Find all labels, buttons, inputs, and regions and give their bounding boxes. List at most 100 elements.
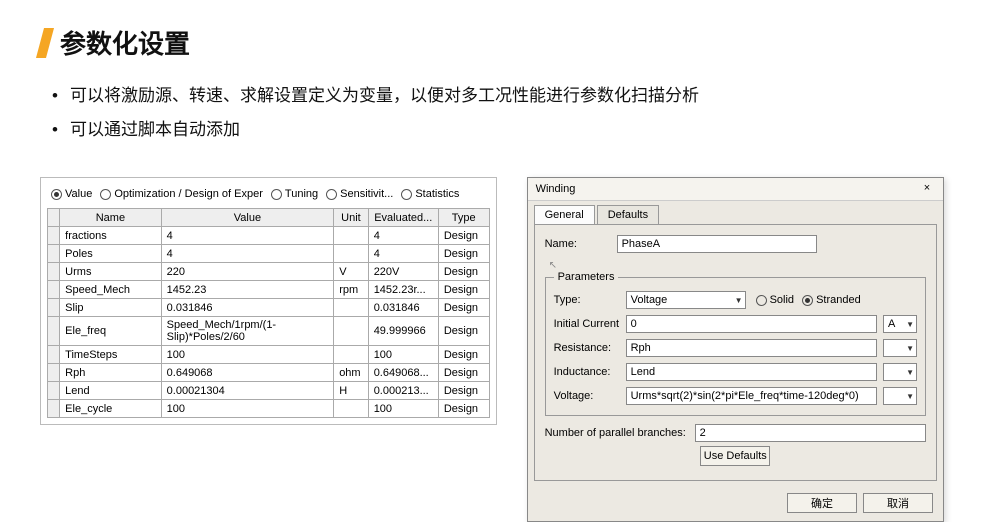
table-row[interactable]: TimeSteps100100Design [48,346,490,364]
cell-unit[interactable] [334,346,369,364]
cell-evaluated[interactable]: 100 [368,346,438,364]
col-value[interactable]: Value [161,209,334,227]
close-icon[interactable]: × [919,182,935,196]
row-header [48,281,60,299]
cell-name[interactable]: Urms [60,263,161,281]
table-row[interactable]: Slip0.0318460.031846Design [48,299,490,317]
cell-unit[interactable] [334,245,369,263]
table-row[interactable]: Poles44Design [48,245,490,263]
cell-evaluated[interactable]: 100 [368,400,438,418]
table-row[interactable]: Speed_Mech1452.23rpm1452.23r...Design [48,281,490,299]
voltage-input[interactable] [626,387,877,405]
cell-evaluated[interactable]: 1452.23r... [368,281,438,299]
radio-statistics[interactable]: Statistics [401,188,459,200]
name-input[interactable] [617,235,817,253]
table-row[interactable]: Rph0.649068ohm0.649068...Design [48,364,490,382]
cell-value[interactable]: Speed_Mech/1rpm/(1-Slip)*Poles/2/60 [161,317,334,346]
radio-tuning[interactable]: Tuning [271,188,318,200]
tab-general[interactable]: General [534,205,595,224]
use-defaults-button[interactable]: Use Defaults [700,446,770,466]
cell-name[interactable]: Ele_freq [60,317,161,346]
radio-solid[interactable]: Solid [756,294,794,306]
cell-value[interactable]: 100 [161,346,334,364]
cell-unit[interactable] [334,400,369,418]
cell-name[interactable]: fractions [60,227,161,245]
cell-type[interactable]: Design [438,400,489,418]
col-type[interactable]: Type [438,209,489,227]
cell-name[interactable]: Poles [60,245,161,263]
cell-value[interactable]: 0.00021304 [161,382,334,400]
resistance-label: Resistance: [554,342,626,354]
cancel-button[interactable]: 取消 [863,493,933,513]
cell-type[interactable]: Design [438,299,489,317]
cell-type[interactable]: Design [438,281,489,299]
cell-unit[interactable]: V [334,263,369,281]
bullet-item: 可以将激励源、转速、求解设置定义为变量，以便对多工况性能进行参数化扫描分析 [52,79,944,113]
voltage-unit-select[interactable]: ▼ [883,387,917,405]
cell-value[interactable]: 4 [161,227,334,245]
col-unit[interactable]: Unit [334,209,369,227]
cell-unit[interactable] [334,317,369,346]
cell-evaluated[interactable]: 0.031846 [368,299,438,317]
cell-type[interactable]: Design [438,227,489,245]
resistance-input[interactable] [626,339,877,357]
col-name[interactable]: Name [60,209,161,227]
cell-name[interactable]: Slip [60,299,161,317]
cell-type[interactable]: Design [438,364,489,382]
cell-unit[interactable] [334,227,369,245]
table-row[interactable]: Ele_cycle100100Design [48,400,490,418]
cell-value[interactable]: 4 [161,245,334,263]
cell-type[interactable]: Design [438,245,489,263]
tab-defaults[interactable]: Defaults [597,205,659,224]
cursor-icon: ↖ [549,260,557,271]
inductance-input[interactable] [626,363,877,381]
type-select[interactable]: Voltage ▼ [626,291,746,309]
table-row[interactable]: Ele_freqSpeed_Mech/1rpm/(1-Slip)*Poles/2… [48,317,490,346]
cell-type[interactable]: Design [438,317,489,346]
cell-evaluated[interactable]: 4 [368,227,438,245]
parallel-branches-input[interactable] [695,424,926,442]
col-evaluated[interactable]: Evaluated... [368,209,438,227]
cell-type[interactable]: Design [438,263,489,281]
chevron-down-icon: ▼ [906,368,914,377]
radio-stranded[interactable]: Stranded [802,294,861,306]
radio-value[interactable]: Value [51,188,92,200]
ok-button[interactable]: 确定 [787,493,857,513]
cell-unit[interactable]: ohm [334,364,369,382]
cell-unit[interactable]: H [334,382,369,400]
chevron-down-icon: ▼ [906,320,914,329]
cell-name[interactable]: TimeSteps [60,346,161,364]
cell-evaluated[interactable]: 49.999966 [368,317,438,346]
cell-name[interactable]: Rph [60,364,161,382]
cell-value[interactable]: 0.649068 [161,364,334,382]
cell-evaluated[interactable]: 220V [368,263,438,281]
initial-current-input[interactable] [626,315,877,333]
cell-type[interactable]: Design [438,382,489,400]
row-header [48,227,60,245]
cell-unit[interactable]: rpm [334,281,369,299]
inductance-unit-select[interactable]: ▼ [883,363,917,381]
table-row[interactable]: fractions44Design [48,227,490,245]
table-row[interactable]: Urms220V220VDesign [48,263,490,281]
cell-name[interactable]: Ele_cycle [60,400,161,418]
cell-value[interactable]: 220 [161,263,334,281]
inductance-label: Inductance: [554,366,626,378]
type-label: Type: [554,294,626,306]
parameters-legend: Parameters [554,271,619,283]
resistance-unit-select[interactable]: ▼ [883,339,917,357]
cell-unit[interactable] [334,299,369,317]
cell-value[interactable]: 1452.23 [161,281,334,299]
cell-name[interactable]: Speed_Mech [60,281,161,299]
cell-evaluated[interactable]: 0.000213... [368,382,438,400]
initial-current-unit-select[interactable]: A ▼ [883,315,917,333]
table-row[interactable]: Lend0.00021304H0.000213...Design [48,382,490,400]
cell-evaluated[interactable]: 0.649068... [368,364,438,382]
cell-value[interactable]: 0.031846 [161,299,334,317]
row-header [48,400,60,418]
radio-sensitivity[interactable]: Sensitivit... [326,188,393,200]
cell-name[interactable]: Lend [60,382,161,400]
radio-optimization[interactable]: Optimization / Design of Exper [100,188,263,200]
cell-value[interactable]: 100 [161,400,334,418]
cell-type[interactable]: Design [438,346,489,364]
cell-evaluated[interactable]: 4 [368,245,438,263]
